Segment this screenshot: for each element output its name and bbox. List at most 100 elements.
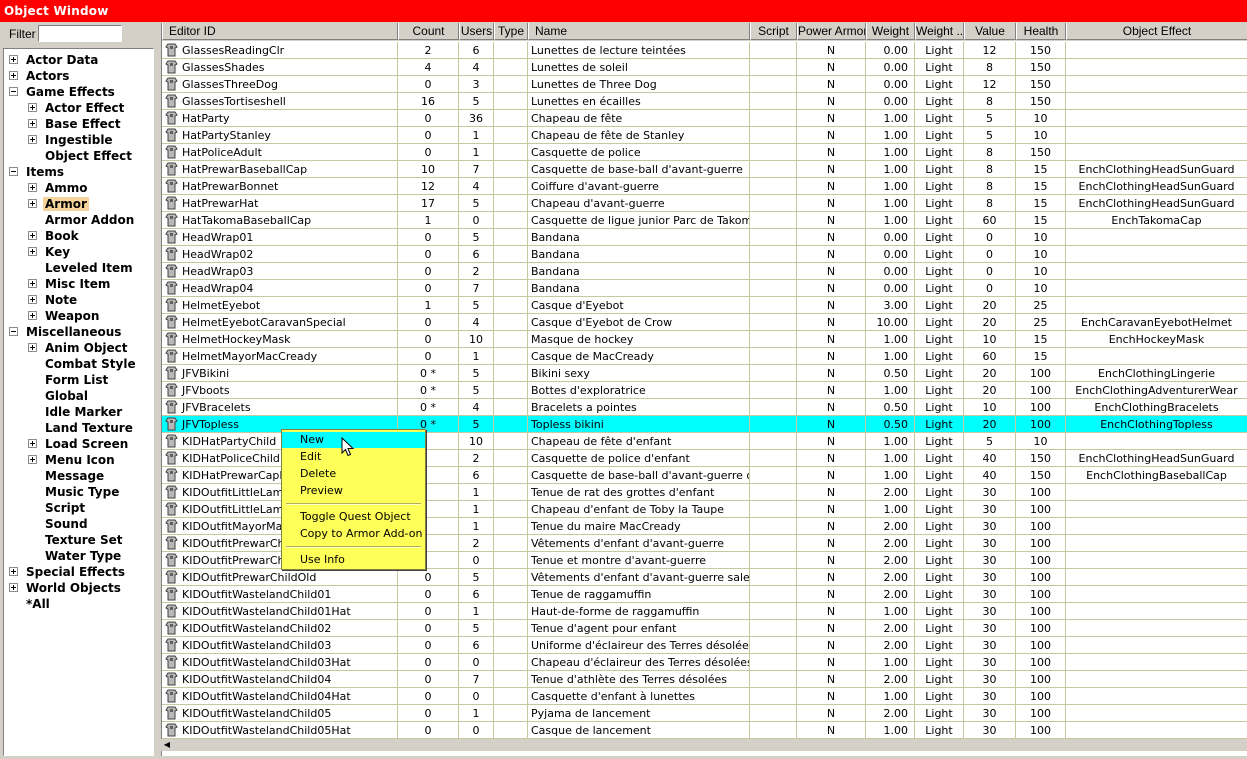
- collapse-minus-icon[interactable]: [9, 87, 18, 96]
- table-row[interactable]: HatPrewarBonnet 12 4 Coiffure d'avant-guerr…: [162, 178, 1247, 195]
- expand-plus-icon[interactable]: [28, 247, 37, 256]
- tree-item-global[interactable]: Global: [4, 388, 153, 404]
- expand-plus-icon[interactable]: [28, 119, 37, 128]
- tree-item-key[interactable]: Key: [4, 244, 153, 260]
- tree-item-armor[interactable]: Armor: [4, 196, 153, 212]
- tree-item-menu-icon[interactable]: Menu Icon: [4, 452, 153, 468]
- table-row[interactable]: KIDOutfitWastelandChild02 0 5 Tenue d'agent…: [162, 620, 1247, 637]
- column-header-users[interactable]: Users: [459, 23, 494, 40]
- tree-item-world-objects[interactable]: World Objects: [4, 580, 153, 596]
- tree-item-sound[interactable]: Sound: [4, 516, 153, 532]
- tree-item-leveled-item[interactable]: Leveled Item: [4, 260, 153, 276]
- table-row[interactable]: HeadWrap02 0 6 Bandana N 0.00 Light 0 10: [162, 246, 1247, 263]
- table-row[interactable]: HatPrewarHat 17 5 Chapeau d'avant-guerre N 1.…: [162, 195, 1247, 212]
- category-tree[interactable]: Actor Data Actors Game Effects Actor Effect…: [3, 48, 154, 756]
- column-header-value[interactable]: Value: [964, 23, 1016, 40]
- tree-item-items[interactable]: Items: [4, 164, 153, 180]
- expand-plus-icon[interactable]: [28, 295, 37, 304]
- collapse-minus-icon[interactable]: [9, 327, 18, 336]
- table-row[interactable]: HatPrewarBaseballCap 10 7 Casquette de base…: [162, 161, 1247, 178]
- table-row[interactable]: HatParty 0 36 Chapeau de fête N 1.00 Light 5 10: [162, 110, 1247, 127]
- tree-item-actor-effect[interactable]: Actor Effect: [4, 100, 153, 116]
- expand-plus-icon[interactable]: [28, 103, 37, 112]
- table-row[interactable]: JFVboots 0 * 5 Bottes d'exploratrice N 1.00 Li…: [162, 382, 1247, 399]
- column-header-name[interactable]: Name: [528, 23, 750, 40]
- expand-plus-icon[interactable]: [28, 439, 37, 448]
- table-row[interactable]: KIDOutfitWastelandChild04Hat 0 0 Casquette …: [162, 688, 1247, 705]
- tree-item-armor-addon[interactable]: Armor Addon: [4, 212, 153, 228]
- table-row[interactable]: KIDOutfitWastelandChild01Hat 0 1 Haut-de-fo…: [162, 603, 1247, 620]
- menu-item-toggle-quest-object[interactable]: Toggle Quest Object: [282, 509, 425, 525]
- tree-item-form-list[interactable]: Form List: [4, 372, 153, 388]
- table-row[interactable]: KIDOutfitPrewarChildOld 0 5 Vêtements d'enf…: [162, 569, 1247, 586]
- menu-item-copy-to-armor-add-on[interactable]: Copy to Armor Add-on: [282, 526, 425, 542]
- object-list[interactable]: Editor ID Count Users Type Name Script Power A…: [161, 23, 1247, 756]
- table-row[interactable]: KIDOutfitWastelandChild04 0 7 Tenue d'athlè…: [162, 671, 1247, 688]
- expand-plus-icon[interactable]: [28, 455, 37, 464]
- tree-item-note[interactable]: Note: [4, 292, 153, 308]
- tree-item-object-effect[interactable]: Object Effect: [4, 148, 153, 164]
- column-header-object-effect[interactable]: Object Effect: [1066, 23, 1247, 40]
- table-row[interactable]: HelmetEyebot 1 5 Casque d'Eyebot N 3.00 Light 2…: [162, 297, 1247, 314]
- tree-item-combat-style[interactable]: Combat Style: [4, 356, 153, 372]
- expand-plus-icon[interactable]: [28, 183, 37, 192]
- table-row[interactable]: HatTakomaBaseballCap 1 0 Casquette de ligue…: [162, 212, 1247, 229]
- table-row[interactable]: HelmetEyebotCaravanSpecial 0 4 Casque d'Eye…: [162, 314, 1247, 331]
- table-row[interactable]: GlassesReadingClr 2 6 Lunettes de lecture t…: [162, 42, 1247, 59]
- expand-plus-icon[interactable]: [28, 231, 37, 240]
- tree-item-water-type[interactable]: Water Type: [4, 548, 153, 564]
- menu-item-use-info[interactable]: Use Info: [282, 552, 425, 568]
- expand-plus-icon[interactable]: [28, 343, 37, 352]
- tree-item-script[interactable]: Script: [4, 500, 153, 516]
- tree-item-texture-set[interactable]: Texture Set: [4, 532, 153, 548]
- expand-plus-icon[interactable]: [28, 311, 37, 320]
- tree-item-idle-marker[interactable]: Idle Marker: [4, 404, 153, 420]
- tree-item-weapon[interactable]: Weapon: [4, 308, 153, 324]
- table-row[interactable]: HatPoliceAdult 0 1 Casquette de police N 1.00…: [162, 144, 1247, 161]
- table-row[interactable]: GlassesTortiseshell 16 5 Lunettes en écaill…: [162, 93, 1247, 110]
- table-row[interactable]: HatPartyStanley 0 1 Chapeau de fête de Stan…: [162, 127, 1247, 144]
- column-header-count[interactable]: Count: [398, 23, 459, 40]
- column-header-editor-id[interactable]: Editor ID: [162, 23, 398, 40]
- tree-item-miscellaneous[interactable]: Miscellaneous: [4, 324, 153, 340]
- column-header-weight[interactable]: Weight: [866, 23, 915, 40]
- tree-item-game-effects[interactable]: Game Effects: [4, 84, 153, 100]
- horizontal-scrollbar[interactable]: ◀: [161, 739, 1247, 751]
- tree-item-anim-object[interactable]: Anim Object: [4, 340, 153, 356]
- column-header-weight[interactable]: Weight ...: [915, 23, 964, 40]
- tree-item-ammo[interactable]: Ammo: [4, 180, 153, 196]
- table-row[interactable]: KIDOutfitWastelandChild03Hat 0 0 Chapeau d'…: [162, 654, 1247, 671]
- tree-item-actor-data[interactable]: Actor Data: [4, 52, 153, 68]
- expand-plus-icon[interactable]: [9, 583, 18, 592]
- tree-item-special-effects[interactable]: Special Effects: [4, 564, 153, 580]
- tree-item-ingestible[interactable]: Ingestible: [4, 132, 153, 148]
- expand-plus-icon[interactable]: [9, 71, 18, 80]
- table-row[interactable]: JFVBikini 0 * 5 Bikini sexy N 0.50 Light 20 100 E…: [162, 365, 1247, 382]
- tree-item-message[interactable]: Message: [4, 468, 153, 484]
- tree-item-land-texture[interactable]: Land Texture: [4, 420, 153, 436]
- table-row[interactable]: HelmetMayorMacCready 0 1 Casque de MacCread…: [162, 348, 1247, 365]
- tree-item-actors[interactable]: Actors: [4, 68, 153, 84]
- column-header-script[interactable]: Script: [750, 23, 797, 40]
- scroll-left-arrow-icon[interactable]: ◀: [161, 739, 173, 751]
- table-row[interactable]: JFVBracelets 0 * 4 Bracelets a pointes N 0.50…: [162, 399, 1247, 416]
- tree-item-book[interactable]: Book: [4, 228, 153, 244]
- table-row[interactable]: HelmetHockeyMask 0 10 Masque de hockey N 1.00…: [162, 331, 1247, 348]
- menu-item-delete[interactable]: Delete: [282, 466, 425, 482]
- tree-item-music-type[interactable]: Music Type: [4, 484, 153, 500]
- menu-item-preview[interactable]: Preview: [282, 483, 425, 499]
- table-row[interactable]: KIDOutfitWastelandChild05 0 1 Pyjama de lan…: [162, 705, 1247, 722]
- table-row[interactable]: KIDOutfitWastelandChild03 0 6 Uniforme d'éc…: [162, 637, 1247, 654]
- expand-plus-icon[interactable]: [9, 567, 18, 576]
- expand-plus-icon[interactable]: [28, 199, 37, 208]
- table-row[interactable]: HeadWrap04 0 7 Bandana N 0.00 Light 0 10: [162, 280, 1247, 297]
- tree-item-load-screen[interactable]: Load Screen: [4, 436, 153, 452]
- collapse-minus-icon[interactable]: [9, 167, 18, 176]
- column-header-type[interactable]: Type: [494, 23, 528, 40]
- tree-item-base-effect[interactable]: Base Effect: [4, 116, 153, 132]
- window-titlebar[interactable]: Object Window: [0, 0, 1247, 22]
- tree-item-all[interactable]: *All: [4, 596, 153, 612]
- table-row[interactable]: HeadWrap01 0 5 Bandana N 0.00 Light 0 10: [162, 229, 1247, 246]
- expand-plus-icon[interactable]: [28, 135, 37, 144]
- table-row[interactable]: HeadWrap03 0 2 Bandana N 0.00 Light 0 10: [162, 263, 1247, 280]
